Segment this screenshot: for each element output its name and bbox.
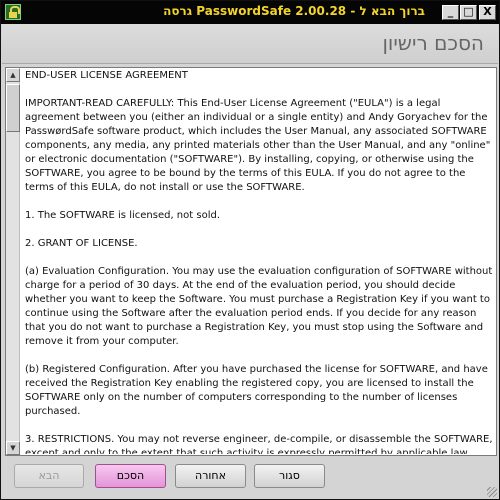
eula-paragraph: 2. GRANT OF LICENSE.: [25, 238, 138, 249]
close-button[interactable]: X: [479, 5, 496, 20]
eula-paragraph: 1. The SOFTWARE is licensed, not sold.: [25, 210, 220, 221]
next-button-disabled[interactable]: הבא: [14, 464, 84, 488]
back-button[interactable]: אחורה: [175, 464, 246, 488]
lock-icon: [5, 4, 21, 20]
resize-grip-icon[interactable]: [487, 487, 497, 497]
scrollbar-thumb[interactable]: [6, 84, 20, 132]
window-title: גרסה PasswordSafe 2.00.28 - ברוך הבא ל: [163, 4, 425, 18]
maximize-button[interactable]: □: [460, 5, 477, 20]
eula-content: END-USER LICENSE AGREEMENT IMPORTANT-REA…: [22, 69, 496, 454]
eula-paragraph: 3. RESTRICTIONS. You may not reverse eng…: [25, 434, 493, 454]
eula-paragraph: (a) Evaluation Configuration. You may us…: [25, 266, 493, 347]
page-header: הסכם רישיון: [2, 24, 498, 64]
eula-heading: END-USER LICENSE AGREEMENT: [25, 70, 188, 81]
scroll-down-arrow-icon[interactable]: ▼: [6, 441, 20, 455]
minimize-button[interactable]: _: [442, 5, 459, 20]
cancel-button[interactable]: סגור: [254, 464, 325, 488]
eula-paragraph: (b) Registered Configuration. After you …: [25, 364, 488, 417]
agree-button[interactable]: הסכם: [95, 464, 166, 488]
title-bar[interactable]: גרסה PasswordSafe 2.00.28 - ברוך הבא ל _…: [1, 1, 499, 24]
page-title: הסכם רישיון: [382, 31, 484, 55]
eula-paragraph: IMPORTANT-READ CAREFULLY: This End-User …: [25, 98, 491, 193]
eula-text-area[interactable]: ▲ ▼ END-USER LICENSE AGREEMENT IMPORTANT…: [5, 67, 497, 456]
scroll-up-arrow-icon[interactable]: ▲: [6, 68, 20, 82]
installer-window: גרסה PasswordSafe 2.00.28 - ברוך הבא ל _…: [0, 0, 500, 500]
vertical-scrollbar[interactable]: ▲ ▼: [6, 68, 20, 455]
